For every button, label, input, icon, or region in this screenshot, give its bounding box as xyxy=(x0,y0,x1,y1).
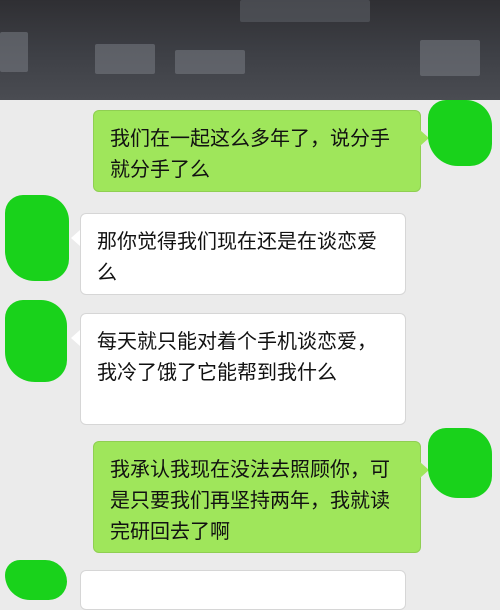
avatar-contact[interactable] xyxy=(5,560,67,600)
chat-header xyxy=(0,0,500,100)
message-bubble-incoming[interactable] xyxy=(80,570,406,610)
bubble-tail xyxy=(71,230,80,246)
message-bubble-outgoing[interactable]: 我承认我现在没法去照顾你，可是只要我们再坚持两年，我就读完研回去了啊 xyxy=(93,441,421,553)
avatar-self[interactable] xyxy=(428,428,492,498)
message-bubble-incoming[interactable]: 每天就只能对着个手机谈恋爱，我冷了饿了它能帮到我什么 xyxy=(80,313,406,425)
message-bubble-outgoing[interactable]: 我们在一起这么多年了，说分手就分手了么 xyxy=(93,110,421,192)
blurred-back-button[interactable] xyxy=(0,32,28,72)
blurred-status-bar xyxy=(240,0,370,22)
blurred-title xyxy=(95,44,155,74)
message-bubble-incoming[interactable]: 那你觉得我们现在还是在谈恋爱么 xyxy=(80,213,406,295)
avatar-contact[interactable] xyxy=(5,195,69,281)
blurred-title-part xyxy=(175,50,245,74)
blurred-menu-button[interactable] xyxy=(420,40,480,76)
avatar-contact[interactable] xyxy=(5,300,67,382)
avatar-self[interactable] xyxy=(428,100,492,166)
bubble-tail xyxy=(71,330,80,346)
